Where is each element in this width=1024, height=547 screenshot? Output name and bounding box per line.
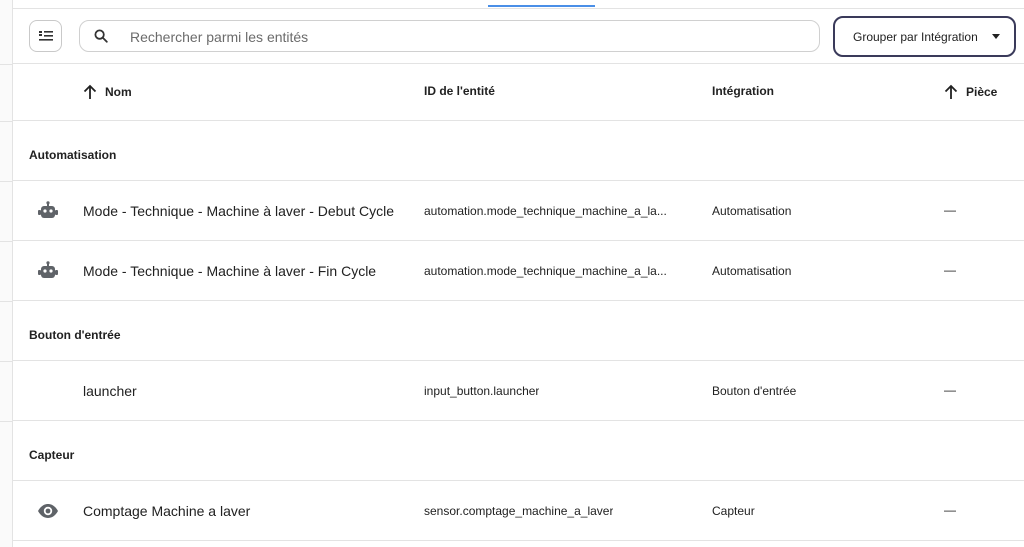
group-header: Bouton d'entrée	[13, 301, 1024, 361]
entity-room: —	[944, 203, 956, 217]
group-header: Capteur	[13, 421, 1024, 481]
robot-icon	[37, 261, 59, 281]
group-header: Automatisation	[13, 121, 1024, 181]
table-toolbar: Grouper par Intégration	[13, 8, 1024, 64]
column-header-room-label: Pièce	[966, 85, 998, 99]
table-row[interactable]: Mode - Technique - Machine à laver - Deb…	[13, 181, 1024, 241]
caret-down-icon	[992, 34, 1000, 39]
entity-room: —	[944, 503, 956, 517]
search-field[interactable]	[79, 20, 820, 52]
group-label: Capteur	[29, 448, 75, 462]
sort-arrow-up-icon	[83, 84, 97, 99]
column-header-entity-id-label: ID de l'entité	[424, 84, 495, 98]
entity-id: sensor.comptage_machine_a_laver	[424, 504, 614, 518]
robot-icon	[37, 201, 59, 221]
sort-arrow-up-icon	[944, 84, 958, 99]
group-label: Bouton d'entrée	[29, 328, 121, 342]
filter-list-icon	[38, 31, 53, 41]
column-header-integration[interactable]: Intégration	[712, 84, 774, 98]
entity-integration: Automatisation	[712, 204, 792, 218]
table-row[interactable]: launcher input_button.launcher Bouton d'…	[13, 361, 1024, 421]
search-icon	[94, 29, 108, 43]
table-row[interactable]: Comptage Machine a laver sensor.comptage…	[13, 481, 1024, 541]
entity-name: Mode - Technique - Machine à laver - Fin…	[83, 263, 377, 279]
filter-button[interactable]	[29, 20, 62, 52]
entity-room: —	[944, 383, 956, 397]
entity-room: —	[944, 263, 956, 277]
active-tab-indicator	[488, 5, 595, 7]
column-header-entity-id[interactable]: ID de l'entité	[424, 84, 495, 98]
table-row[interactable]: Mode - Technique - Machine à laver - Fin…	[13, 241, 1024, 301]
entity-name: Mode - Technique - Machine à laver - Deb…	[83, 203, 395, 219]
sidebar-edge	[0, 0, 13, 547]
entity-name: launcher	[83, 383, 137, 399]
entity-id: automation.mode_technique_machine_a_la..…	[424, 264, 667, 278]
eye-icon	[37, 501, 59, 521]
column-header-integration-label: Intégration	[712, 84, 774, 98]
column-header-room[interactable]: Pièce	[944, 84, 997, 100]
entity-integration: Bouton d'entrée	[712, 384, 797, 398]
table-header: Nom ID de l'entité Intégration Pièce	[13, 64, 1024, 121]
entity-name: Comptage Machine a laver	[83, 503, 251, 519]
entity-id: input_button.launcher	[424, 384, 540, 398]
group-label: Automatisation	[29, 148, 117, 162]
column-header-name[interactable]: Nom	[83, 84, 132, 100]
group-by-button[interactable]: Grouper par Intégration	[833, 16, 1016, 57]
column-header-name-label: Nom	[105, 85, 132, 99]
entity-integration: Capteur	[712, 504, 755, 518]
group-by-label: Grouper par Intégration	[853, 29, 978, 44]
entity-integration: Automatisation	[712, 264, 792, 278]
entity-id: automation.mode_technique_machine_a_la..…	[424, 204, 667, 218]
search-input[interactable]	[130, 27, 810, 47]
